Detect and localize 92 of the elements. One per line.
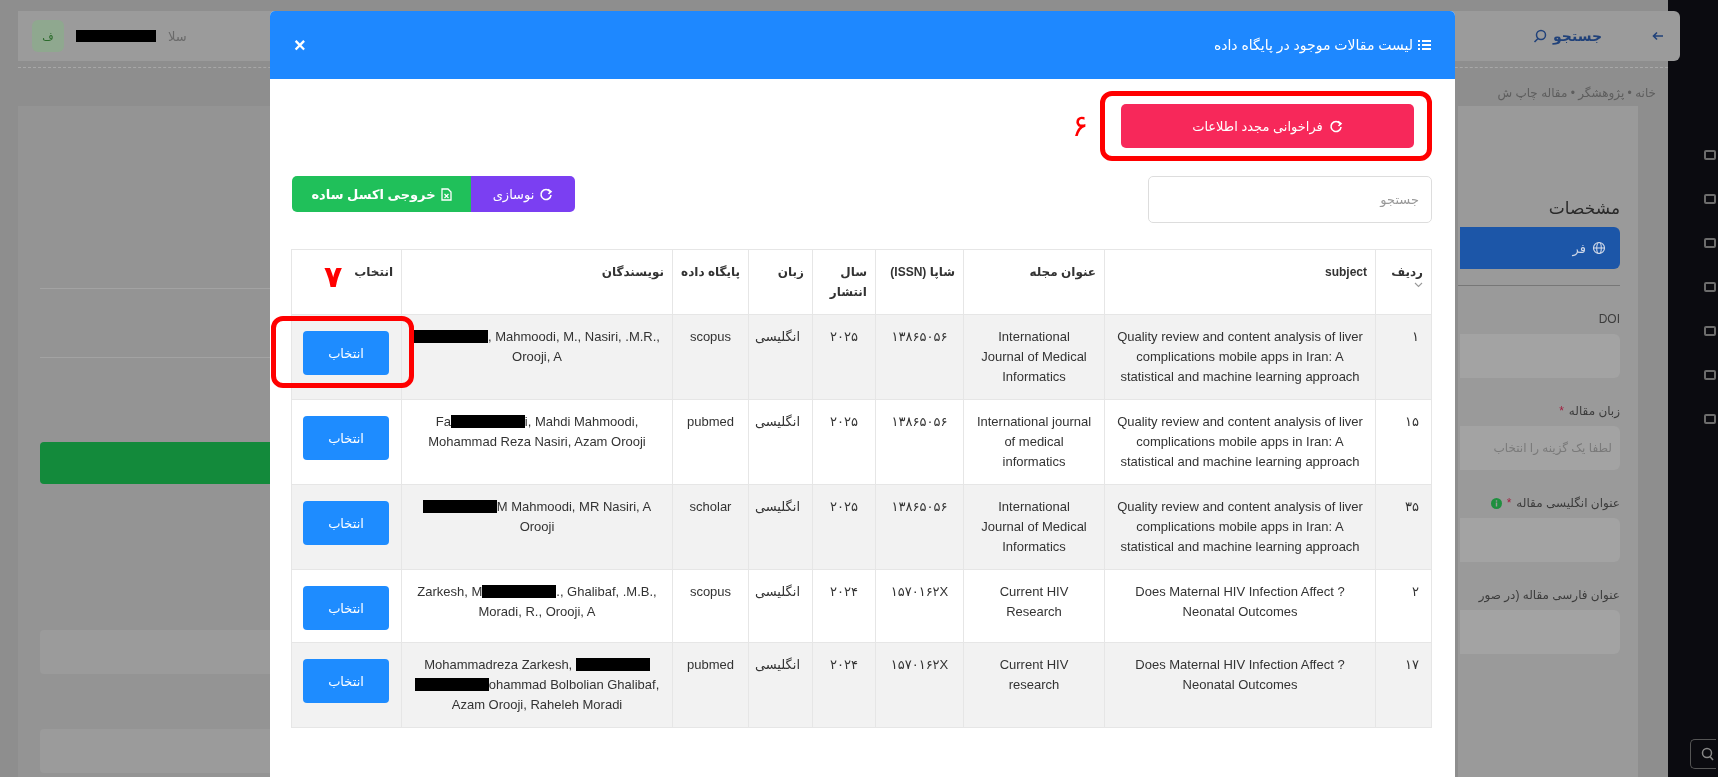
input-field[interactable] bbox=[40, 630, 270, 674]
square-icon[interactable] bbox=[1704, 326, 1716, 336]
issn-cell: ۱۳۸۶۵۰۵۶ bbox=[875, 314, 964, 400]
square-icon[interactable] bbox=[1704, 370, 1716, 380]
column-header: سال انتشار bbox=[828, 264, 867, 301]
journal-cell: International journal of medical informatics bbox=[963, 399, 1105, 485]
year-cell: ۲۰۲۴ bbox=[812, 569, 876, 643]
subject-cell: Quality review and content analysis of liver complications mobile apps in Iran: A statistical and machine learning approach bbox=[1104, 314, 1376, 400]
required-mark: * bbox=[1506, 496, 1512, 510]
authors-cell: Fa i, Mahdi Mahmoodi, Mohammad Reza Nasiri, Azam Orooji bbox=[401, 399, 673, 485]
refresh-icon bbox=[1328, 119, 1343, 133]
fetch-button[interactable]: فر bbox=[1460, 227, 1620, 269]
input-field[interactable] bbox=[40, 729, 270, 773]
journal-cell: Current HIV research bbox=[963, 642, 1105, 728]
database-cell: scholar bbox=[672, 484, 749, 570]
close-button[interactable]: × bbox=[294, 33, 306, 57]
info-icon bbox=[1490, 497, 1502, 509]
year-cell: ۲۰۲۵ bbox=[812, 314, 876, 400]
journal-cell: International Journal of Medical Informatics bbox=[963, 484, 1105, 570]
language-cell: انگلیسی bbox=[748, 484, 813, 570]
authors-cell: , Mahmoodi, M., Nasiri, .M.R., Orooji, A bbox=[401, 314, 673, 400]
search-button[interactable] bbox=[1690, 739, 1716, 769]
authors-cell: Mohammadreza Zarkesh, ohammad Bolbolian Ghalibaf, Azam Orooji, Raheleh Moradi bbox=[401, 642, 673, 728]
journal-cell: International Journal of Medical Informatics bbox=[963, 314, 1105, 400]
row-number: ۱ bbox=[1375, 314, 1432, 400]
select-button[interactable]: انتخاب bbox=[303, 416, 389, 460]
database-cell: scopus bbox=[672, 314, 749, 400]
search-icon bbox=[1533, 29, 1548, 43]
square-icon[interactable] bbox=[1704, 238, 1716, 248]
column-header: انتخاب bbox=[354, 264, 393, 281]
subject-cell: Does Maternal HIV Infection Affect ?Neonatal Outcomes bbox=[1104, 569, 1376, 643]
select-button[interactable]: انتخاب bbox=[303, 501, 389, 545]
row-number: ۱۷ bbox=[1375, 642, 1432, 728]
year-cell: ۲۰۲۴ bbox=[812, 642, 876, 728]
language-cell: انگلیسی bbox=[748, 399, 813, 485]
column-header: عنوان مجله bbox=[1029, 264, 1096, 282]
refresh-icon bbox=[539, 187, 554, 201]
refresh-button[interactable]: فراخوانی مجدد اطلاعات bbox=[1121, 104, 1414, 148]
field-label: عنوان فارسی مقاله (در صور bbox=[1478, 588, 1620, 602]
square-icon[interactable] bbox=[1704, 414, 1716, 424]
search-link[interactable]: جستجو bbox=[1533, 28, 1602, 44]
column-header: پایگاه داده bbox=[681, 264, 740, 281]
column-header: ردیف bbox=[1391, 264, 1423, 281]
globe-icon bbox=[1592, 241, 1606, 255]
year-cell: ۲۰۲۵ bbox=[812, 484, 876, 570]
excel-export-button[interactable]: خروجی اکسل ساده bbox=[292, 176, 471, 212]
sort-caret-icon[interactable] bbox=[1414, 282, 1423, 288]
required-mark: * bbox=[1559, 404, 1564, 418]
avatar: ف bbox=[32, 20, 64, 52]
database-cell: scopus bbox=[672, 569, 749, 643]
issn-cell: ۱۵۷۰۱۶۲X bbox=[875, 569, 964, 643]
database-cell: pubmed bbox=[672, 642, 749, 728]
search-field[interactable]: جستجو bbox=[1148, 176, 1432, 223]
select-button[interactable]: انتخاب bbox=[303, 331, 389, 375]
row-number: ۳۵ bbox=[1375, 484, 1432, 570]
square-icon[interactable] bbox=[1704, 150, 1716, 160]
journal-cell: Current HIV Research bbox=[963, 569, 1105, 643]
field-label: زبان مقاله bbox=[1568, 404, 1620, 418]
column-header: subject bbox=[1325, 264, 1367, 281]
square-icon[interactable] bbox=[1704, 282, 1716, 292]
year-cell: ۲۰۲۵ bbox=[812, 399, 876, 485]
select-button[interactable]: انتخاب bbox=[303, 586, 389, 630]
callout-number: ۶ bbox=[1071, 111, 1088, 141]
language-cell: انگلیسی bbox=[748, 642, 813, 728]
reload-button[interactable]: نوسازی bbox=[471, 176, 575, 212]
column-header: نویسندگان bbox=[601, 264, 664, 282]
row-number: ۲ bbox=[1375, 569, 1432, 643]
search-icon bbox=[1700, 747, 1714, 761]
file-icon bbox=[440, 187, 452, 201]
field-label: DOI bbox=[1598, 312, 1620, 326]
issn-cell: ۱۳۸۶۵۰۵۶ bbox=[875, 484, 964, 570]
section-title: مشخصات bbox=[1547, 198, 1620, 219]
language-cell: انگلیسی bbox=[748, 314, 813, 400]
arrow-icon bbox=[1652, 31, 1664, 41]
field-label: عنوان انگلیسی مقاله bbox=[1516, 496, 1620, 510]
column-header: شاپا (ISSN) bbox=[890, 264, 955, 281]
issn-cell: ۱۵۷۰۱۶۲X bbox=[875, 642, 964, 728]
row-number: ۱۵ bbox=[1375, 399, 1432, 485]
column-header: زبان bbox=[777, 264, 804, 281]
authors-cell: M Mahmoodi, MR Nasiri, A Orooji bbox=[401, 484, 673, 570]
subject-cell: Quality review and content analysis of liver complications mobile apps in Iran: A statistical and machine learning approach bbox=[1104, 484, 1376, 570]
dialog-title: لیست مقالات موجود در پایگاه داده bbox=[1213, 37, 1413, 53]
list-icon bbox=[1418, 39, 1431, 51]
issn-cell: ۱۳۸۶۵۰۵۶ bbox=[875, 399, 964, 485]
select-button[interactable]: انتخاب bbox=[303, 659, 389, 703]
language-cell: انگلیسی bbox=[748, 569, 813, 643]
subject-cell: Quality review and content analysis of liver complications mobile apps in Iran: A statistical and machine learning approach bbox=[1104, 399, 1376, 485]
subject-cell: Does Maternal HIV Infection Affect ?Neonatal Outcomes bbox=[1104, 642, 1376, 728]
authors-cell: Zarkesh, M ., Ghalibaf, .M.B., Moradi, R., Orooji, A bbox=[401, 569, 673, 643]
database-cell: pubmed bbox=[672, 399, 749, 485]
callout-number: ۷ bbox=[323, 262, 343, 292]
square-icon[interactable] bbox=[1704, 194, 1716, 204]
